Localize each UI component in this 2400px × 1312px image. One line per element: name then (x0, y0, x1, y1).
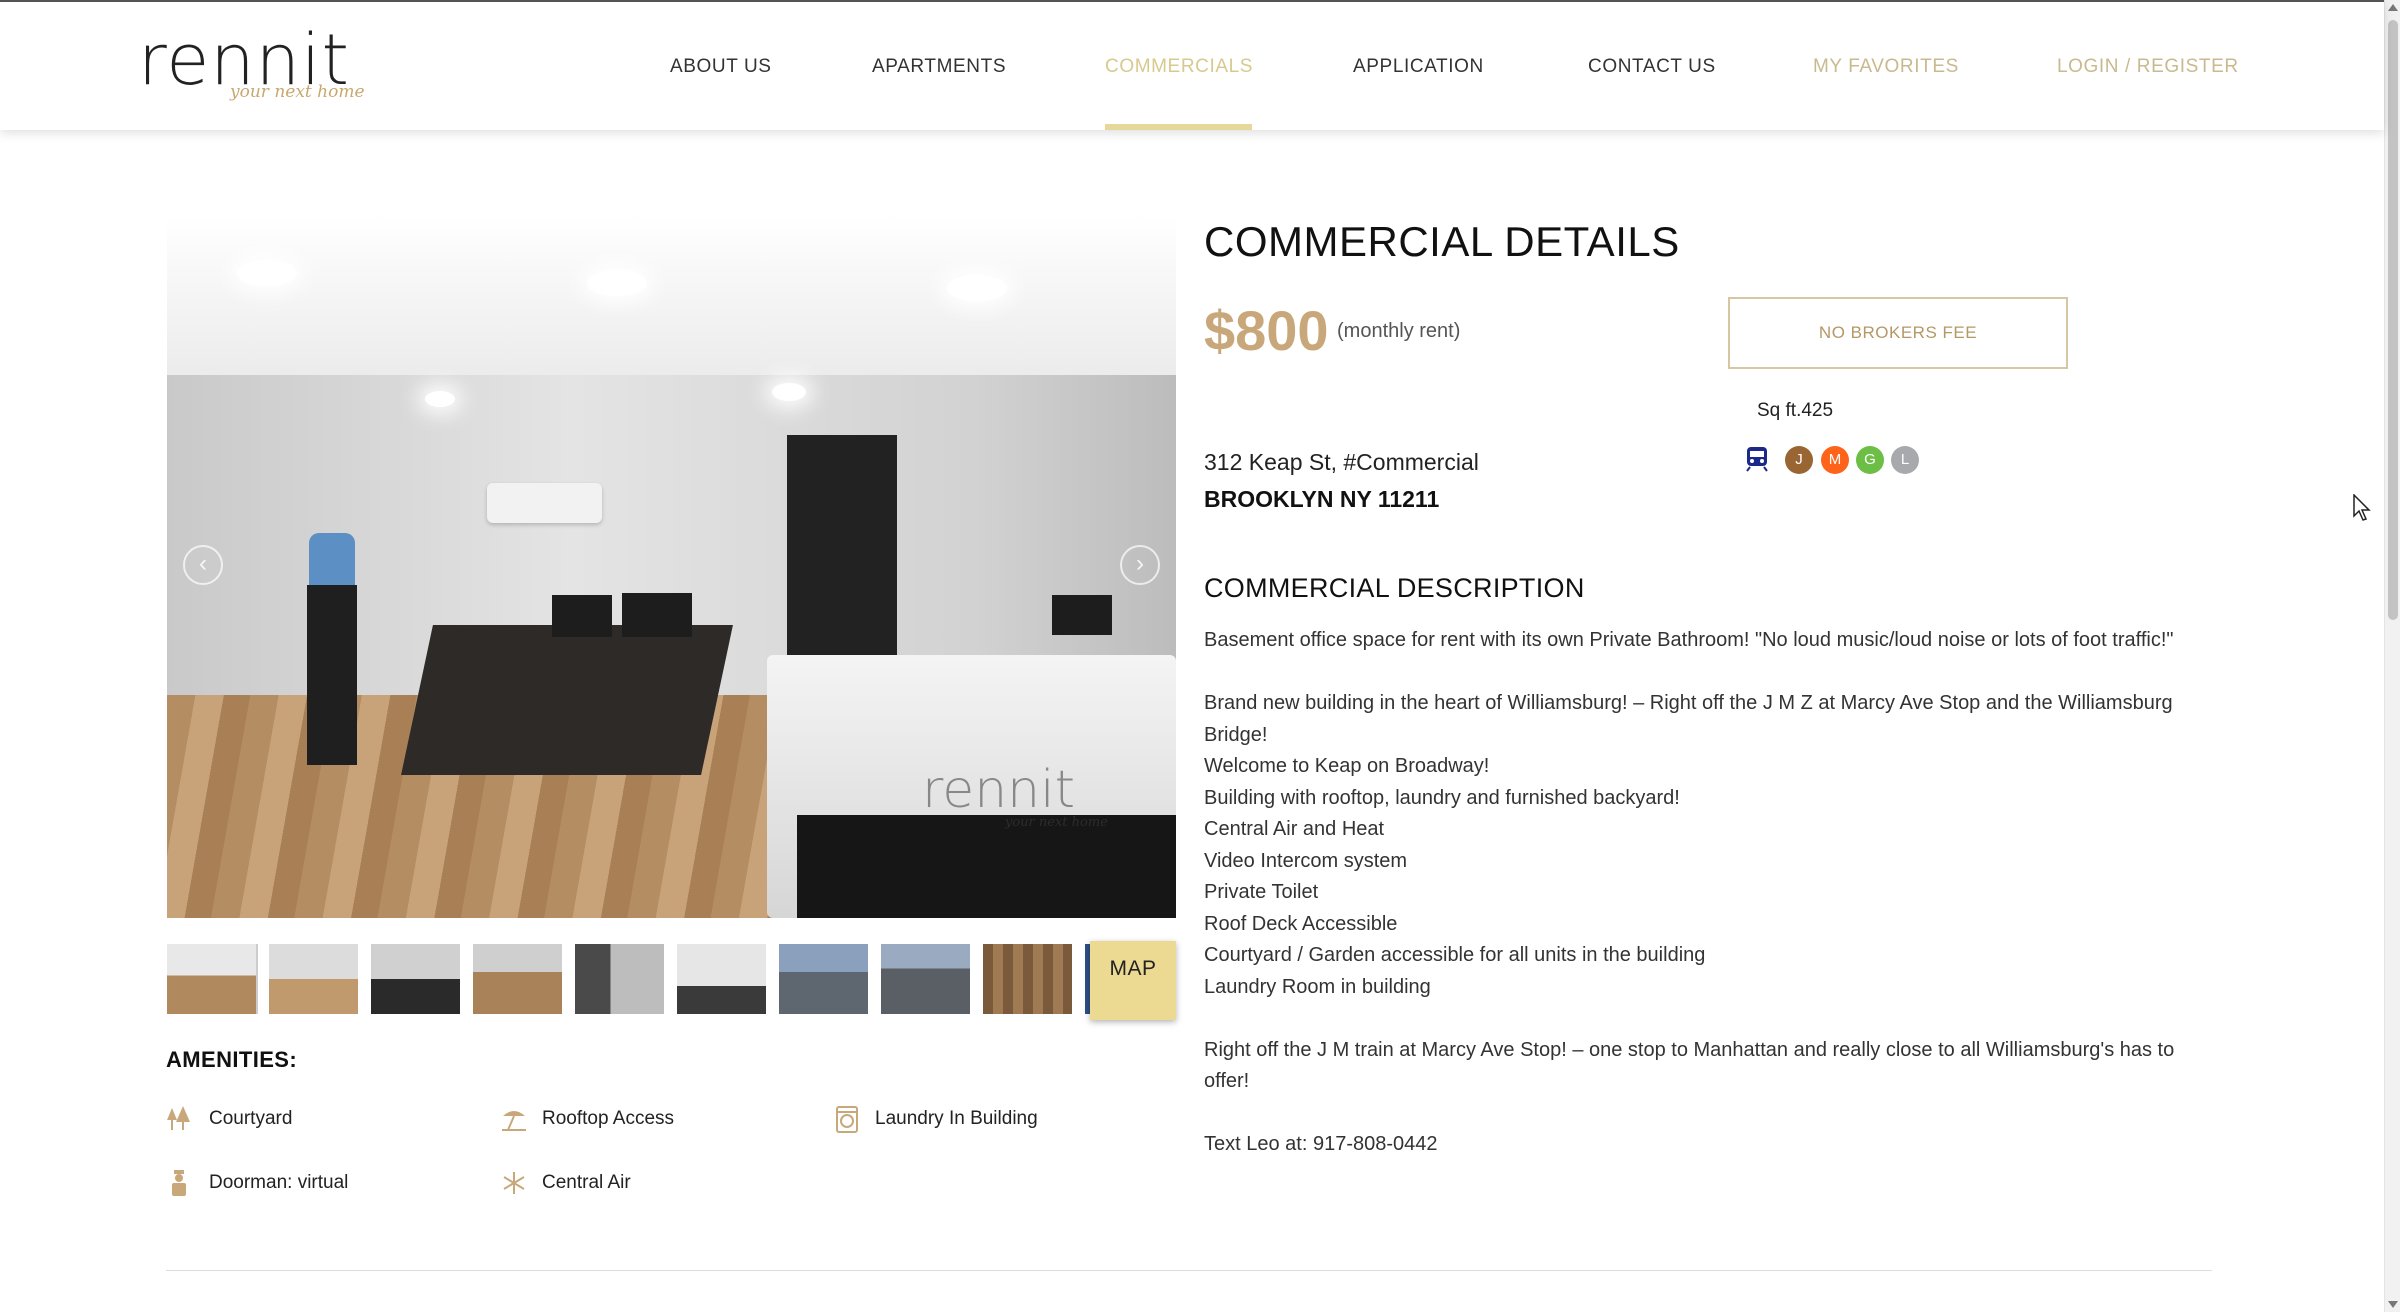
amenity-central-air: Central Air (542, 1172, 631, 1193)
nav-application[interactable]: APPLICATION (1353, 56, 1484, 78)
thumbnail-image[interactable] (473, 944, 562, 1014)
washing-machine-icon (832, 1104, 862, 1134)
description-line: Video Intercom system (1204, 849, 1408, 872)
subway-line-m-badge: M (1821, 446, 1849, 474)
description-line: Right off the J M train at Marcy Ave Sto… (1204, 1038, 2175, 1093)
description-line: Text Leo at: 917-808-0442 (1204, 1133, 1438, 1155)
subway-line-j-badge: J (1785, 446, 1813, 474)
nav-about-us[interactable]: ABOUT US (670, 56, 772, 78)
amenity-doorman: Doorman: virtual (209, 1172, 349, 1193)
amenity-courtyard: Courtyard (209, 1108, 293, 1129)
nav-contact-us[interactable]: CONTACT US (1588, 56, 1716, 78)
description-line: Private Toilet (1204, 881, 1319, 903)
details-title: COMMERCIAL DETAILS (1204, 218, 1680, 265)
subway-train-icon (1745, 446, 1769, 472)
nav-commercials[interactable]: COMMERCIALS (1105, 56, 1253, 78)
description-line: Building with rooftop, laundry and furni… (1204, 786, 1680, 809)
map-button[interactable]: MAP (1090, 941, 1176, 1020)
chevron-left-icon[interactable]: ‹ (183, 545, 223, 585)
doorman-icon (164, 1168, 194, 1198)
square-footage: Sq ft.425 (1757, 400, 1834, 421)
snowflake-icon (499, 1168, 529, 1198)
thumbnail-image[interactable] (269, 944, 358, 1014)
main-nav: ABOUT US APARTMENTS COMMERCIALS APPLICAT… (0, 2, 2384, 130)
amenity-laundry-in-building: Laundry In Building (875, 1108, 1038, 1129)
photo-watermark-tagline: your next home (1005, 815, 1108, 830)
paragraph-spacer (1204, 1003, 2209, 1035)
price: $800 (1204, 299, 1329, 362)
description-line: Brand new building in the heart of Willi… (1204, 692, 2173, 746)
thumbnail-image[interactable] (677, 944, 766, 1014)
description-title: COMMERCIAL DESCRIPTION (1204, 573, 1585, 603)
thumbnail-image[interactable] (167, 944, 258, 1014)
description-line: Laundry Room in building (1204, 975, 1431, 998)
site-header: rennit your next home ABOUT US APARTMENT… (0, 0, 2384, 130)
nav-login-register[interactable]: LOGIN / REGISTER (2057, 56, 2239, 78)
main-listing-photo[interactable]: rennit your next home ‹ › (167, 215, 1176, 918)
address-city: BROOKLYN NY 11211 (1204, 486, 1440, 512)
thumbnail-image[interactable] (881, 944, 970, 1014)
scroll-up-icon[interactable] (2388, 4, 2398, 11)
amenity-rooftop-access: Rooftop Access (542, 1108, 675, 1129)
paragraph-spacer (1204, 1098, 2209, 1130)
amenities-title: AMENITIES: (166, 1047, 298, 1072)
thumbnail-image[interactable] (779, 944, 868, 1014)
thumbnail-image[interactable] (983, 944, 1072, 1014)
scroll-thumb[interactable] (2388, 20, 2398, 620)
subway-line-g-badge: G (1856, 446, 1884, 474)
thumbnail-strip (167, 944, 1176, 1014)
nav-apartments[interactable]: APARTMENTS (872, 56, 1006, 78)
section-divider (166, 1270, 2212, 1271)
description-line: Courtyard / Garden accessible for all un… (1204, 944, 1706, 966)
description-line: Roof Deck Accessible (1204, 912, 1398, 935)
mouse-cursor-icon (2353, 494, 2371, 521)
trees-icon (164, 1104, 194, 1134)
description-line: Welcome to Keap on Broadway! (1204, 755, 1490, 777)
sun-umbrella-icon (499, 1104, 529, 1134)
description-line: Basement office space for rent with its … (1204, 629, 2174, 651)
description-body: Basement office space for rent with its … (1204, 625, 2209, 1161)
chevron-right-icon[interactable]: › (1120, 545, 1160, 585)
address-street: 312 Keap St, #Commercial (1204, 449, 1479, 475)
nav-my-favorites[interactable]: MY FAVORITES (1813, 56, 1959, 78)
thumbnail-image[interactable] (371, 944, 460, 1014)
page-scrollbar[interactable] (2384, 0, 2400, 1312)
scroll-down-icon[interactable] (2388, 1301, 2398, 1308)
subway-line-l-badge: L (1891, 446, 1919, 474)
no-brokers-fee-badge: NO BROKERS FEE (1728, 297, 2068, 369)
photo-watermark: rennit (922, 760, 1075, 820)
active-nav-indicator (1105, 124, 1252, 130)
paragraph-spacer (1204, 657, 2209, 689)
description-line: Central Air and Heat (1204, 818, 1385, 840)
price-note: (monthly rent) (1337, 320, 1461, 342)
thumbnail-image[interactable] (575, 944, 664, 1014)
